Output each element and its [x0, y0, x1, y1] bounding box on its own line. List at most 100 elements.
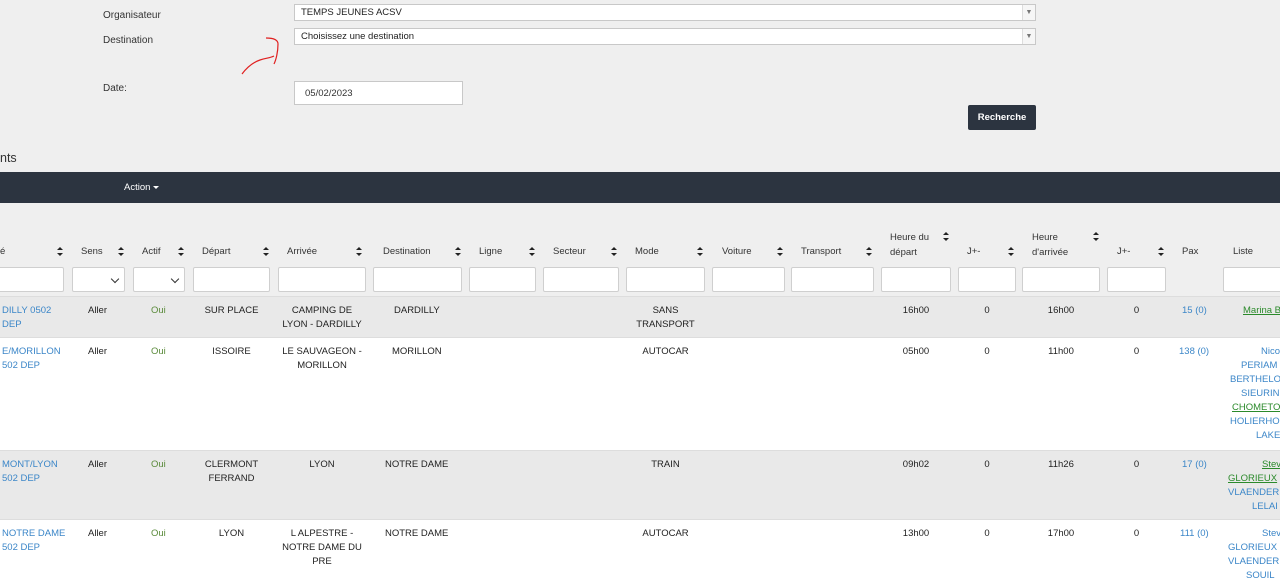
liste-name[interactable]: LAKE — [1220, 429, 1280, 443]
col-header-voiture[interactable]: Voiture — [722, 245, 752, 258]
sort-icon[interactable] — [943, 232, 949, 241]
filter-depart-input[interactable] — [193, 267, 270, 292]
search-button[interactable]: Recherche — [968, 105, 1036, 130]
row-liste: Stev GLORIEUX VLAENDER LELAI — [1220, 458, 1280, 514]
row-liste: Nico PERIAM BERTHELO SIEURIN CHOMETO HOL… — [1220, 345, 1280, 443]
sort-icon[interactable] — [1093, 232, 1099, 241]
col-header-jpm2[interactable]: J+- — [1117, 245, 1130, 258]
destination-label: Destination — [103, 35, 154, 46]
liste-name[interactable]: PERIAM — [1220, 359, 1280, 373]
red-annotation-mark — [241, 37, 279, 75]
date-input[interactable]: 05/02/2023 — [294, 81, 463, 105]
organisateur-label: Organisateur — [103, 10, 161, 21]
action-dropdown[interactable]: Action — [124, 182, 160, 193]
col-header-destination[interactable]: Destination — [383, 245, 431, 258]
liste-name[interactable]: VLAENDER — [1220, 486, 1280, 500]
filter-arrivee-input[interactable] — [278, 267, 366, 292]
sort-icon[interactable] — [611, 247, 617, 256]
row-pax-link[interactable]: 111 (0) — [1180, 527, 1209, 541]
filter-destination-input[interactable] — [373, 267, 462, 292]
destination-value: Choisissez une destination — [301, 31, 415, 42]
col-header-sens[interactable]: Sens — [81, 245, 103, 258]
sort-icon[interactable] — [777, 247, 783, 256]
sort-icon[interactable] — [1008, 247, 1014, 256]
row-jpm1: 0 — [984, 459, 990, 470]
liste-name[interactable]: VLAENDER — [1220, 555, 1280, 569]
liste-name[interactable]: HOLIERHO — [1220, 415, 1280, 429]
filter-actif-select[interactable] — [133, 267, 185, 292]
col-header-heure-arrivee[interactable]: Heure d'arrivée — [1032, 231, 1068, 259]
sort-icon[interactable] — [529, 247, 535, 256]
row-liste: Stev GLORIEUX VLAENDER SOUIL — [1220, 527, 1280, 583]
sort-icon[interactable] — [263, 247, 269, 256]
destination-select[interactable]: Choisissez une destination ▼ — [294, 28, 1036, 45]
row-heure-depart: 09h02 — [902, 459, 930, 470]
row-pax-link[interactable]: 17 (0) — [1182, 458, 1207, 472]
row-depart: SUR PLACE — [204, 305, 259, 316]
row-name-link[interactable]: DILLY 0502 DEP — [2, 304, 51, 332]
col-header-arrivee[interactable]: Arrivée — [287, 245, 317, 258]
row-depart: ISSOIRE — [212, 346, 251, 357]
filter-sens-select[interactable] — [72, 267, 125, 292]
col-header-depart[interactable]: Départ — [202, 245, 231, 258]
filter-transport-input[interactable] — [791, 267, 874, 292]
filter-heure-arrivee-input[interactable] — [1022, 267, 1100, 292]
col-header-secteur[interactable]: Secteur — [553, 245, 586, 258]
col-header-ligne[interactable]: Ligne — [479, 245, 502, 258]
row-mode: SANS TRANSPORT — [636, 305, 695, 330]
row-name-link[interactable]: NOTRE DAME 502 DEP — [2, 527, 65, 555]
sort-icon[interactable] — [57, 247, 63, 256]
liste-name[interactable]: Nico — [1220, 345, 1280, 359]
liste-name[interactable]: CHOMETO — [1220, 401, 1280, 415]
sort-icon[interactable] — [866, 247, 872, 256]
sort-icon[interactable] — [1158, 247, 1164, 256]
row-pax-link[interactable]: 15 (0) — [1182, 304, 1207, 318]
col-header-mode[interactable]: Mode — [635, 245, 659, 258]
liste-name[interactable]: Stev — [1220, 458, 1280, 472]
row-heure-arrivee: 17h00 — [1047, 528, 1075, 539]
filter-name-input[interactable] — [0, 267, 64, 292]
liste-name[interactable]: SOUIL — [1220, 569, 1280, 583]
liste-name[interactable]: GLORIEUX — [1220, 472, 1280, 486]
liste-name[interactable]: GLORIEUX — [1220, 541, 1280, 555]
row-sens: Aller — [88, 459, 108, 470]
liste-name[interactable]: LELAI — [1220, 500, 1280, 514]
liste-name[interactable]: SIEURIN — [1220, 387, 1280, 401]
row-mode: AUTOCAR — [642, 528, 689, 539]
col-header-transport[interactable]: Transport — [801, 245, 841, 258]
col-header-name[interactable]: é — [0, 245, 5, 258]
sort-icon[interactable] — [178, 247, 184, 256]
filter-jpm1-input[interactable] — [958, 267, 1016, 292]
filter-mode-input[interactable] — [626, 267, 705, 292]
filter-heure-depart-input[interactable] — [881, 267, 951, 292]
organisateur-select[interactable]: TEMPS JEUNES ACSV ▼ — [294, 4, 1036, 21]
filter-ligne-input[interactable] — [469, 267, 536, 292]
sort-icon[interactable] — [455, 247, 461, 256]
row-sens: Aller — [88, 528, 108, 539]
row-arrivee: LYON — [309, 459, 335, 470]
row-arrivee: L ALPESTRE - NOTRE DAME DU PRE — [282, 528, 362, 567]
row-mode: AUTOCAR — [642, 346, 689, 357]
row-actif: Oui — [151, 346, 166, 357]
row-sens: Aller — [88, 346, 108, 357]
row-name-link[interactable]: E/MORILLON 502 DEP — [2, 345, 61, 373]
sort-icon[interactable] — [356, 247, 362, 256]
row-pax-link[interactable]: 138 (0) — [1179, 345, 1209, 359]
liste-name[interactable]: Stev — [1220, 527, 1280, 541]
row-name-link[interactable]: MONT/LYON 502 DEP — [2, 458, 58, 486]
row-jpm1: 0 — [984, 528, 990, 539]
filter-secteur-input[interactable] — [543, 267, 619, 292]
sort-icon[interactable] — [118, 247, 124, 256]
filter-voiture-input[interactable] — [712, 267, 785, 292]
chevron-down-icon — [170, 274, 180, 284]
filter-liste-input[interactable] — [1223, 267, 1280, 292]
row-liste-name[interactable]: Marina B — [1243, 304, 1280, 318]
row-arrivee: CAMPING DE LYON - DARDILLY — [282, 305, 362, 330]
row-actif: Oui — [151, 528, 166, 539]
col-header-actif[interactable]: Actif — [142, 245, 160, 258]
col-header-jpm1[interactable]: J+- — [967, 245, 980, 258]
sort-icon[interactable] — [697, 247, 703, 256]
liste-name[interactable]: BERTHELO — [1220, 373, 1280, 387]
filter-jpm2-input[interactable] — [1107, 267, 1166, 292]
col-header-heure-depart[interactable]: Heure du départ — [890, 231, 929, 259]
